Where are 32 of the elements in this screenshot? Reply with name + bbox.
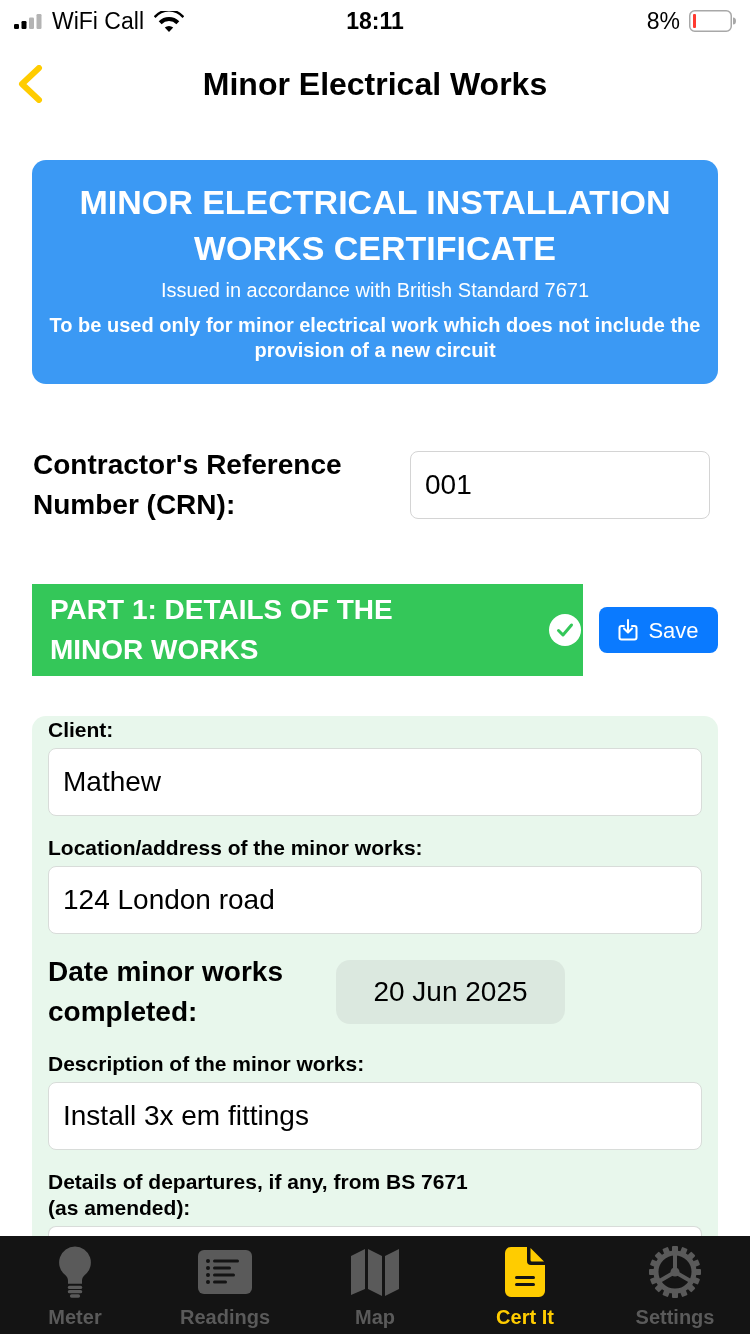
- back-chevron-icon[interactable]: [16, 65, 44, 103]
- field-label: Client:: [48, 717, 115, 743]
- tab-item[interactable]: Cert It: [450, 1236, 600, 1334]
- text-field[interactable]: 124 London road: [48, 866, 702, 934]
- field-label: Date minor works completed:: [48, 955, 284, 1029]
- text-field[interactable]: [48, 1226, 702, 1236]
- save-button[interactable]: Save: [599, 607, 718, 653]
- field-label: Details of departures, if any, from BS 7671 (as amended):: [48, 1169, 469, 1221]
- date-picker[interactable]: 20 Jun 2025: [336, 960, 565, 1024]
- field-label: Description of the minor works:: [48, 1051, 366, 1077]
- list-icon: [198, 1250, 252, 1294]
- banner-title: MINOR ELECTRICAL INSTALLATION WORKS CERTIFICATE: [78, 182, 672, 269]
- text-field[interactable]: Install 3x em fittings: [48, 1082, 702, 1150]
- settings-gear-icon: [649, 1246, 701, 1298]
- banner-subtitle: Issued in accordance with British Standard 7671: [161, 278, 589, 303]
- battery-icon: [689, 10, 736, 32]
- carrier-name: WiFi Call: [52, 7, 144, 35]
- section-title: PART 1: DETAILS OF THE MINOR WORKS: [50, 593, 394, 667]
- map-icon: [351, 1248, 399, 1296]
- signal-icon: [14, 13, 42, 29]
- crn-field[interactable]: 001: [410, 451, 710, 519]
- text-field[interactable]: Mathew: [48, 748, 702, 816]
- lightbulb-icon: [58, 1245, 92, 1299]
- save-download-icon: [618, 619, 639, 641]
- screen-title: Minor Electrical Works: [202, 65, 548, 104]
- clock-time: 18:11: [346, 7, 404, 35]
- banner-note: To be used only for minor electrical work which does not include the provision of a new circuit: [48, 313, 702, 363]
- wifi-icon: [154, 10, 184, 32]
- document-icon: [505, 1247, 545, 1297]
- field-label: Location/address of the minor works:: [48, 835, 424, 861]
- crn-label: Contractor's Reference Number (CRN):: [33, 448, 343, 522]
- battery-percent: 8%: [646, 7, 680, 35]
